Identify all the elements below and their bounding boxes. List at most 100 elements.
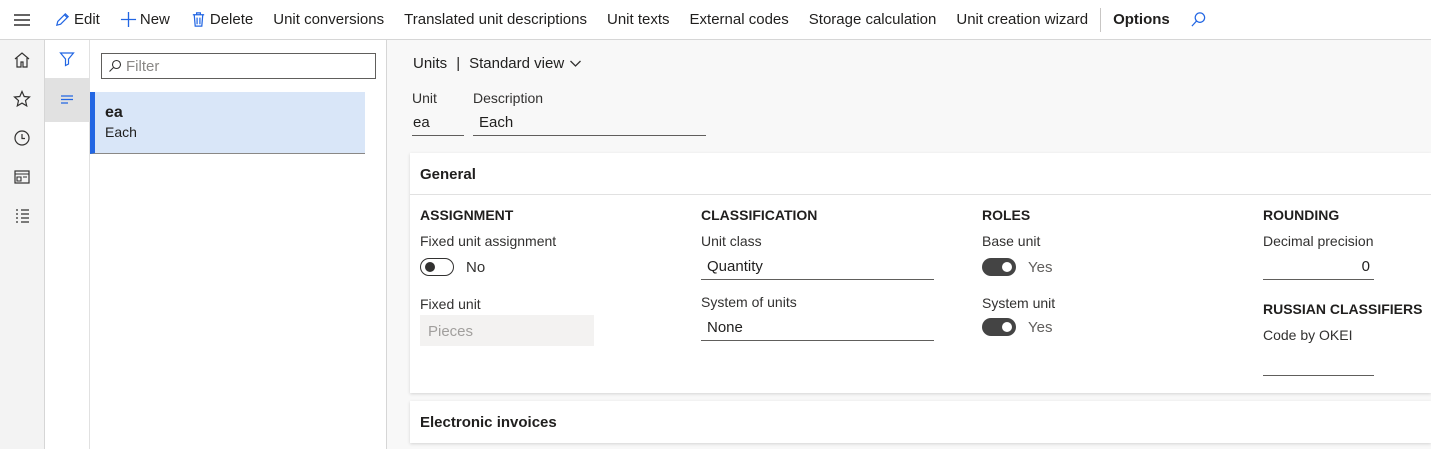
description-header-label: Description	[473, 90, 544, 106]
translated-unit-descriptions-button[interactable]: Translated unit descriptions	[394, 0, 597, 40]
left-navigation	[0, 40, 45, 449]
general-fasttab-header[interactable]: General	[410, 153, 1431, 195]
clock-icon	[14, 129, 30, 146]
action-separator	[1100, 7, 1102, 32]
classification-group: CLASSIFICATION Unit class Quantity Syste…	[701, 207, 941, 341]
translated-unit-descriptions-label: Translated unit descriptions	[404, 11, 587, 28]
list-icon	[61, 95, 73, 104]
system-unit-toggle-row: Yes	[982, 318, 1182, 336]
assignment-heading: ASSIGNMENT	[420, 207, 514, 223]
recent-nav-button[interactable]	[0, 118, 44, 157]
rounding-group: ROUNDING Decimal precision 0 RUSSIAN CLA…	[1263, 207, 1428, 376]
unit-class-select[interactable]: Quantity	[701, 258, 934, 280]
home-icon	[14, 51, 30, 68]
search-icon	[1191, 12, 1206, 27]
list-toggle-strip	[45, 40, 90, 449]
plus-icon	[120, 11, 136, 28]
russian-classifiers-heading: RUSSIAN CLASSIFIERS	[1263, 301, 1423, 317]
search-icon	[109, 59, 122, 72]
filter-box[interactable]	[101, 53, 376, 79]
system-unit-toggle[interactable]	[982, 318, 1016, 336]
code-by-okei-input[interactable]	[1263, 352, 1374, 376]
show-filters-button[interactable]	[45, 40, 89, 78]
decimal-precision-input[interactable]: 0	[1263, 258, 1374, 280]
rounding-heading: ROUNDING	[1263, 207, 1340, 223]
unit-class-label: Unit class	[701, 233, 762, 249]
detail-pane: Units | Standard view Unit ea Descriptio…	[387, 40, 1431, 449]
electronic-invoices-fasttab-header[interactable]: Electronic invoices	[410, 401, 1431, 443]
base-unit-toggle-row: Yes	[982, 258, 1182, 276]
list-item-subtitle: Each	[105, 124, 137, 140]
base-unit-value: Yes	[1028, 258, 1053, 276]
description-header-input[interactable]: Each	[473, 114, 706, 136]
assignment-group: ASSIGNMENT Fixed unit assignment No Fixe…	[420, 207, 670, 346]
funnel-icon	[59, 52, 75, 67]
modules-list-icon	[16, 208, 29, 223]
star-icon	[13, 89, 31, 107]
fixed-unit-assignment-value: No	[466, 258, 486, 276]
list-item[interactable]: ea Each	[90, 92, 365, 154]
storage-calculation-button[interactable]: Storage calculation	[799, 0, 947, 40]
breadcrumb-page: Units	[413, 55, 448, 72]
code-by-okei-label: Code by OKEI	[1263, 327, 1353, 343]
show-list-button[interactable]	[45, 78, 89, 122]
unit-creation-wizard-button[interactable]: Unit creation wizard	[946, 0, 1098, 40]
roles-heading: ROLES	[982, 207, 1031, 223]
filter-input[interactable]	[126, 57, 366, 75]
fixed-unit-assignment-label: Fixed unit assignment	[420, 233, 557, 249]
list-pane: ea Each	[90, 40, 387, 449]
fixed-unit-assignment-toggle[interactable]	[420, 258, 454, 276]
unit-conversions-label: Unit conversions	[273, 11, 385, 28]
fixed-unit-input: Pieces	[420, 315, 594, 346]
classification-heading: CLASSIFICATION	[701, 207, 818, 223]
roles-group: ROLES Base unit Yes System unit Yes	[982, 207, 1182, 336]
list-item-title: ea	[105, 104, 123, 121]
fixed-unit-assignment-toggle-row: No	[420, 258, 670, 276]
unit-texts-label: Unit texts	[607, 11, 670, 28]
system-unit-label: System unit	[982, 295, 1056, 311]
general-fasttab-title: General	[420, 166, 476, 183]
view-selector[interactable]: Standard view	[469, 55, 582, 72]
unit-header-input[interactable]: ea	[412, 114, 464, 136]
pencil-icon	[55, 12, 70, 27]
favorites-nav-button[interactable]	[0, 79, 44, 118]
breadcrumb-separator: |	[456, 55, 461, 72]
system-of-units-label: System of units	[701, 294, 797, 310]
app-window: Edit New Delete Unit conversions Transla…	[0, 0, 1431, 449]
breadcrumb: Units | Standard view	[413, 55, 582, 72]
storage-calculation-label: Storage calculation	[808, 11, 937, 28]
navigation-menu-button[interactable]	[0, 0, 44, 40]
system-of-units-select[interactable]: None	[701, 319, 934, 341]
base-unit-label: Base unit	[982, 233, 1041, 249]
unit-conversions-button[interactable]: Unit conversions	[263, 0, 394, 40]
modules-nav-button[interactable]	[0, 196, 44, 235]
options-tab[interactable]: Options	[1103, 0, 1180, 40]
electronic-invoices-fasttab-title: Electronic invoices	[420, 414, 557, 431]
chevron-down-icon	[570, 60, 582, 67]
options-label: Options	[1113, 11, 1170, 28]
trash-icon	[192, 12, 205, 27]
external-codes-label: External codes	[689, 11, 789, 28]
action-search-button[interactable]	[1180, 0, 1218, 40]
workspace-icon	[14, 169, 30, 184]
edit-button[interactable]: Edit	[44, 0, 110, 40]
decimal-precision-label: Decimal precision	[1263, 233, 1374, 249]
base-unit-toggle[interactable]	[982, 258, 1016, 276]
fixed-unit-label: Fixed unit	[420, 296, 481, 312]
external-codes-button[interactable]: External codes	[680, 0, 799, 40]
electronic-invoices-fasttab[interactable]: Electronic invoices	[410, 401, 1431, 443]
general-fasttab: General ASSIGNMENT Fixed unit assignment…	[410, 153, 1431, 393]
home-nav-button[interactable]	[0, 40, 44, 79]
unit-header-field: Unit ea	[412, 90, 464, 136]
delete-label: Delete	[209, 11, 254, 28]
new-button[interactable]: New	[110, 0, 180, 40]
delete-button[interactable]: Delete	[180, 0, 263, 40]
workspaces-nav-button[interactable]	[0, 157, 44, 196]
system-unit-value: Yes	[1028, 318, 1053, 336]
edit-label: Edit	[74, 11, 100, 28]
action-pane: Edit New Delete Unit conversions Transla…	[0, 0, 1431, 40]
unit-creation-wizard-label: Unit creation wizard	[956, 11, 1089, 28]
view-selector-label: Standard view	[469, 55, 565, 72]
hamburger-icon	[14, 13, 30, 26]
unit-texts-button[interactable]: Unit texts	[597, 0, 680, 40]
